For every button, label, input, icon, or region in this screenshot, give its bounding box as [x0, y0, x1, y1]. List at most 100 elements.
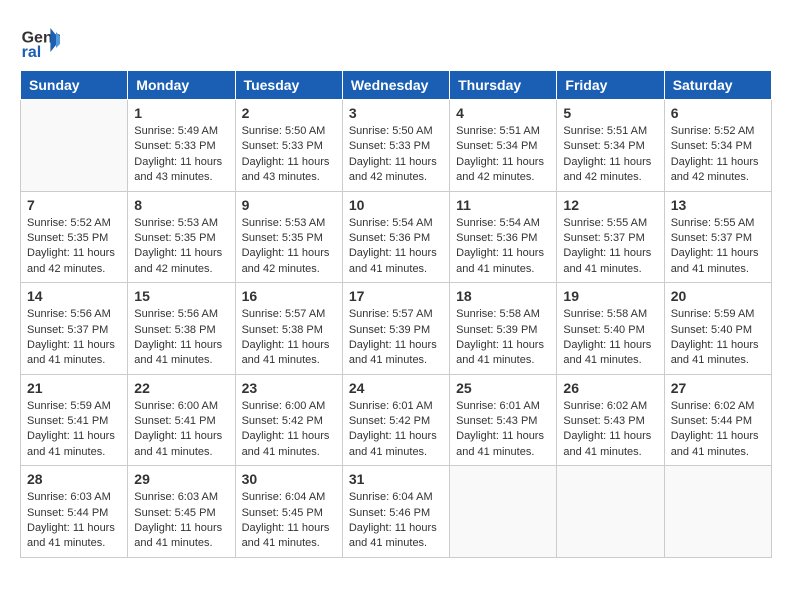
day-info: Sunrise: 5:50 AMSunset: 5:33 PMDaylight:…: [242, 124, 336, 186]
day-info: Sunrise: 5:54 AMSunset: 5:36 PMDaylight:…: [456, 216, 550, 278]
day-number: 22: [134, 380, 228, 396]
day-info: Sunrise: 5:50 AMSunset: 5:33 PMDaylight:…: [349, 124, 443, 186]
week-row-1: 1 Sunrise: 5:49 AMSunset: 5:33 PMDaylight…: [21, 100, 772, 192]
day-info: Sunrise: 5:57 AMSunset: 5:38 PMDaylight:…: [242, 307, 336, 369]
day-info: Sunrise: 5:53 AMSunset: 5:35 PMDaylight:…: [242, 216, 336, 278]
day-info: Sunrise: 5:52 AMSunset: 5:35 PMDaylight:…: [27, 216, 121, 278]
week-row-3: 14 Sunrise: 5:56 AMSunset: 5:37 PMDayligh…: [21, 283, 772, 375]
day-number: 20: [671, 288, 765, 304]
day-info: Sunrise: 5:55 AMSunset: 5:37 PMDaylight:…: [671, 216, 765, 278]
day-number: 7: [27, 197, 121, 213]
day-header-monday: Monday: [128, 71, 235, 100]
calendar-cell: 5 Sunrise: 5:51 AMSunset: 5:34 PMDaylight…: [557, 100, 664, 192]
day-number: 11: [456, 197, 550, 213]
day-number: 13: [671, 197, 765, 213]
day-info: Sunrise: 6:02 AMSunset: 5:43 PMDaylight:…: [563, 399, 657, 461]
day-number: 30: [242, 471, 336, 487]
svg-text:ral: ral: [22, 44, 42, 60]
logo-icon: Gene ral: [20, 20, 60, 60]
day-number: 18: [456, 288, 550, 304]
day-info: Sunrise: 5:59 AMSunset: 5:40 PMDaylight:…: [671, 307, 765, 369]
day-info: Sunrise: 5:49 AMSunset: 5:33 PMDaylight:…: [134, 124, 228, 186]
calendar-cell: [557, 466, 664, 558]
day-info: Sunrise: 5:59 AMSunset: 5:41 PMDaylight:…: [27, 399, 121, 461]
day-header-saturday: Saturday: [664, 71, 771, 100]
calendar-cell: 11 Sunrise: 5:54 AMSunset: 5:36 PMDayligh…: [450, 191, 557, 283]
day-number: 12: [563, 197, 657, 213]
day-number: 31: [349, 471, 443, 487]
calendar-cell: [450, 466, 557, 558]
day-number: 9: [242, 197, 336, 213]
day-header-sunday: Sunday: [21, 71, 128, 100]
day-number: 1: [134, 105, 228, 121]
calendar-cell: 14 Sunrise: 5:56 AMSunset: 5:37 PMDayligh…: [21, 283, 128, 375]
calendar-cell: 8 Sunrise: 5:53 AMSunset: 5:35 PMDaylight…: [128, 191, 235, 283]
day-number: 10: [349, 197, 443, 213]
page-header: Gene ral: [20, 20, 772, 60]
day-info: Sunrise: 6:03 AMSunset: 5:44 PMDaylight:…: [27, 490, 121, 552]
day-header-thursday: Thursday: [450, 71, 557, 100]
day-number: 15: [134, 288, 228, 304]
day-number: 5: [563, 105, 657, 121]
calendar-cell: 22Sunrise: 6:00 AMSunset: 5:41 PMDayligh…: [128, 374, 235, 466]
day-info: Sunrise: 6:04 AMSunset: 5:46 PMDaylight:…: [349, 490, 443, 552]
week-row-5: 28Sunrise: 6:03 AMSunset: 5:44 PMDayligh…: [21, 466, 772, 558]
calendar-cell: 25 Sunrise: 6:01 AMSunset: 5:43 PMDayligh…: [450, 374, 557, 466]
calendar-cell: 7 Sunrise: 5:52 AMSunset: 5:35 PMDaylight…: [21, 191, 128, 283]
day-number: 25: [456, 380, 550, 396]
day-number: 2: [242, 105, 336, 121]
day-info: Sunrise: 5:56 AMSunset: 5:38 PMDaylight:…: [134, 307, 228, 369]
day-header-tuesday: Tuesday: [235, 71, 342, 100]
calendar-cell: 4 Sunrise: 5:51 AMSunset: 5:34 PMDaylight…: [450, 100, 557, 192]
calendar-cell: 3 Sunrise: 5:50 AMSunset: 5:33 PMDaylight…: [342, 100, 449, 192]
calendar-cell: 19 Sunrise: 5:58 AMSunset: 5:40 PMDayligh…: [557, 283, 664, 375]
day-info: Sunrise: 5:56 AMSunset: 5:37 PMDaylight:…: [27, 307, 121, 369]
days-header-row: SundayMondayTuesdayWednesdayThursdayFrid…: [21, 71, 772, 100]
day-info: Sunrise: 5:58 AMSunset: 5:39 PMDaylight:…: [456, 307, 550, 369]
calendar-cell: [664, 466, 771, 558]
day-number: 27: [671, 380, 765, 396]
day-info: Sunrise: 5:51 AMSunset: 5:34 PMDaylight:…: [456, 124, 550, 186]
calendar-cell: 28Sunrise: 6:03 AMSunset: 5:44 PMDayligh…: [21, 466, 128, 558]
calendar-cell: 17Sunrise: 5:57 AMSunset: 5:39 PMDayligh…: [342, 283, 449, 375]
day-number: 21: [27, 380, 121, 396]
day-number: 3: [349, 105, 443, 121]
day-number: 24: [349, 380, 443, 396]
day-number: 19: [563, 288, 657, 304]
calendar-cell: 2 Sunrise: 5:50 AMSunset: 5:33 PMDaylight…: [235, 100, 342, 192]
day-number: 23: [242, 380, 336, 396]
calendar-cell: 29 Sunrise: 6:03 AMSunset: 5:45 PMDayligh…: [128, 466, 235, 558]
day-number: 14: [27, 288, 121, 304]
day-info: Sunrise: 5:54 AMSunset: 5:36 PMDaylight:…: [349, 216, 443, 278]
calendar-cell: 16 Sunrise: 5:57 AMSunset: 5:38 PMDayligh…: [235, 283, 342, 375]
day-number: 29: [134, 471, 228, 487]
calendar-cell: 23Sunrise: 6:00 AMSunset: 5:42 PMDayligh…: [235, 374, 342, 466]
calendar-table: SundayMondayTuesdayWednesdayThursdayFrid…: [20, 70, 772, 558]
day-number: 26: [563, 380, 657, 396]
calendar-cell: 24 Sunrise: 6:01 AMSunset: 5:42 PMDayligh…: [342, 374, 449, 466]
day-info: Sunrise: 6:01 AMSunset: 5:43 PMDaylight:…: [456, 399, 550, 461]
week-row-4: 21 Sunrise: 5:59 AMSunset: 5:41 PMDayligh…: [21, 374, 772, 466]
calendar-cell: 26 Sunrise: 6:02 AMSunset: 5:43 PMDayligh…: [557, 374, 664, 466]
day-number: 4: [456, 105, 550, 121]
calendar-cell: [21, 100, 128, 192]
calendar-cell: 30Sunrise: 6:04 AMSunset: 5:45 PMDayligh…: [235, 466, 342, 558]
day-info: Sunrise: 5:51 AMSunset: 5:34 PMDaylight:…: [563, 124, 657, 186]
day-info: Sunrise: 5:58 AMSunset: 5:40 PMDaylight:…: [563, 307, 657, 369]
day-info: Sunrise: 6:01 AMSunset: 5:42 PMDaylight:…: [349, 399, 443, 461]
day-info: Sunrise: 6:03 AMSunset: 5:45 PMDaylight:…: [134, 490, 228, 552]
day-number: 16: [242, 288, 336, 304]
day-info: Sunrise: 5:55 AMSunset: 5:37 PMDaylight:…: [563, 216, 657, 278]
day-info: Sunrise: 5:52 AMSunset: 5:34 PMDaylight:…: [671, 124, 765, 186]
calendar-cell: 20 Sunrise: 5:59 AMSunset: 5:40 PMDayligh…: [664, 283, 771, 375]
calendar-cell: 12 Sunrise: 5:55 AMSunset: 5:37 PMDayligh…: [557, 191, 664, 283]
calendar-cell: 15 Sunrise: 5:56 AMSunset: 5:38 PMDayligh…: [128, 283, 235, 375]
calendar-cell: 1 Sunrise: 5:49 AMSunset: 5:33 PMDaylight…: [128, 100, 235, 192]
day-info: Sunrise: 5:53 AMSunset: 5:35 PMDaylight:…: [134, 216, 228, 278]
calendar-cell: 6Sunrise: 5:52 AMSunset: 5:34 PMDaylight…: [664, 100, 771, 192]
calendar-cell: 10 Sunrise: 5:54 AMSunset: 5:36 PMDayligh…: [342, 191, 449, 283]
week-row-2: 7 Sunrise: 5:52 AMSunset: 5:35 PMDaylight…: [21, 191, 772, 283]
day-number: 8: [134, 197, 228, 213]
calendar-cell: 9 Sunrise: 5:53 AMSunset: 5:35 PMDaylight…: [235, 191, 342, 283]
day-number: 17: [349, 288, 443, 304]
